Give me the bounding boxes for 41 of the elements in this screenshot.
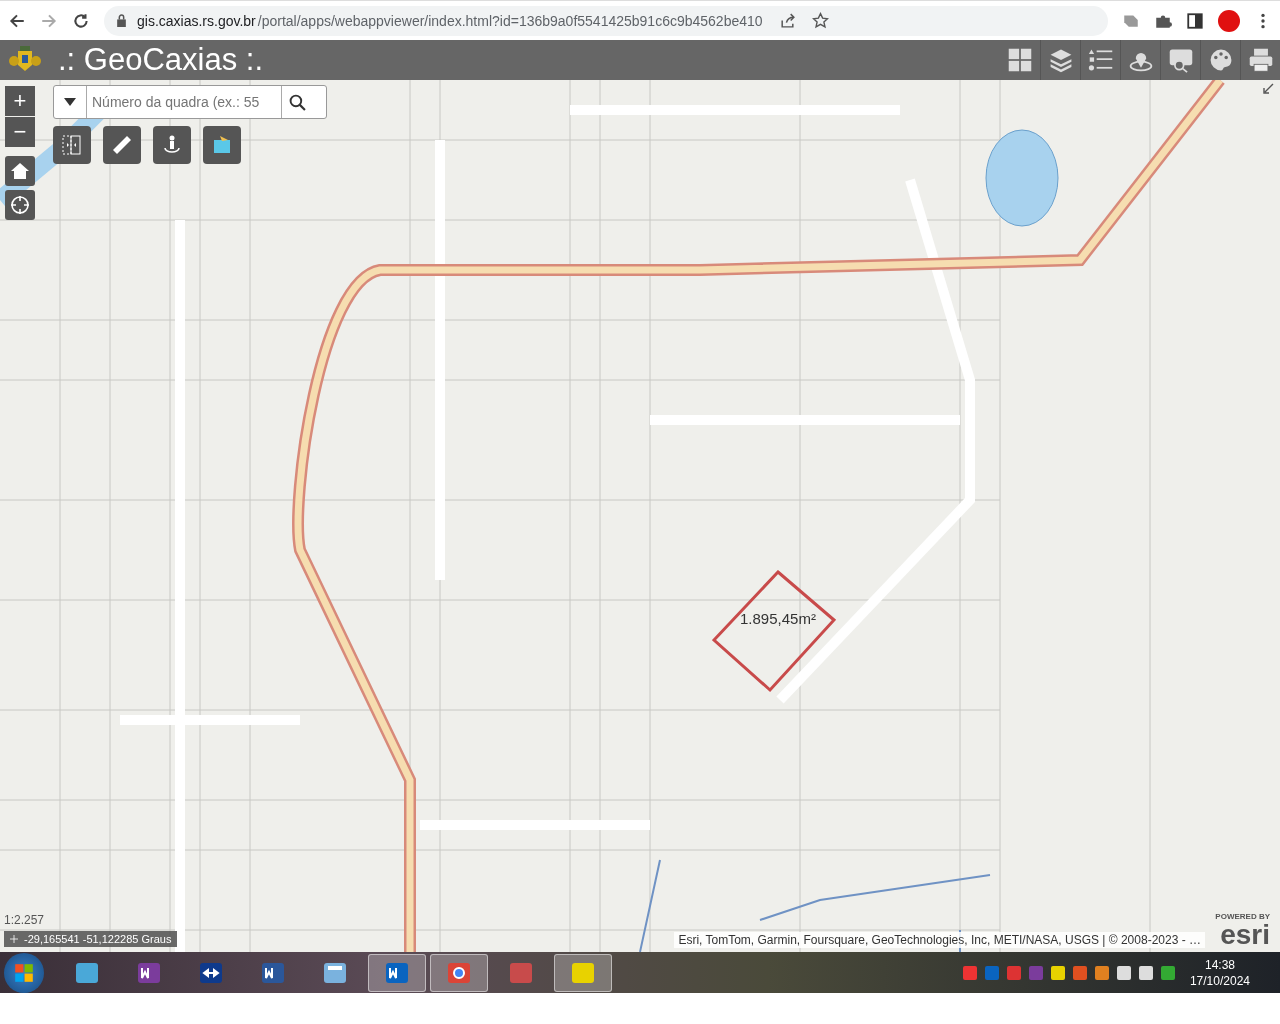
address-bar[interactable]: gis.caxias.rs.gov.br/portal/apps/webappviewer/index.html?id=136b9a0f5541425b91c6c9b4562be410 [104, 5, 1108, 36]
lock-icon [116, 14, 127, 27]
legend-icon [1087, 47, 1114, 73]
attribution-text: Esri, TomTom, Garmin, Foursquare, GeoTechnologies, Inc, METI/NASA, USGS | © 2008-2023 - … [674, 932, 1205, 948]
query-icon [1167, 47, 1194, 73]
home-icon [10, 161, 30, 181]
zoom-out-button[interactable]: − [5, 117, 35, 147]
swipe-icon [60, 133, 84, 157]
locate-button[interactable] [5, 190, 35, 220]
clock-date: 17/10/2024 [1189, 972, 1250, 989]
collapse-arrow-icon[interactable] [1262, 83, 1274, 95]
logo-text: esri [1220, 921, 1270, 949]
crosshair-icon [10, 935, 18, 943]
search-field[interactable]: Número da quadra (ex.: 55 [53, 85, 327, 119]
logo-caption: POWERED BY [1215, 912, 1270, 921]
dropdown-caret-icon[interactable] [64, 98, 76, 106]
search-icon[interactable] [289, 93, 306, 111]
zoom-in-button[interactable]: + [5, 86, 35, 116]
info-taskbar-button[interactable] [554, 953, 612, 992]
outlook-taskbar-button[interactable] [368, 953, 426, 992]
profile-avatar[interactable] [1218, 9, 1240, 32]
start-button[interactable] [4, 952, 44, 993]
windows-logo-icon [13, 961, 35, 984]
person-tool-button[interactable] [153, 126, 191, 164]
chrome-taskbar-button[interactable] [430, 953, 488, 992]
side-panel-icon[interactable] [1186, 11, 1204, 30]
reload-icon[interactable] [72, 11, 90, 30]
grid-icon [1007, 47, 1033, 73]
print-icon [1247, 47, 1274, 73]
star-icon[interactable] [811, 12, 829, 29]
crosshair-icon [10, 195, 30, 215]
share-icon[interactable] [778, 12, 796, 29]
app-title: .: GeoCaxias :. [58, 42, 264, 78]
clock-time: 14:38 [1204, 956, 1235, 973]
area-measurement: 1.895,45m² [740, 610, 816, 627]
folder-tool-button[interactable] [203, 126, 241, 164]
coordinates-text: -29,165541 -51,122285 Graus [24, 933, 172, 945]
ruler-tool-button[interactable] [103, 126, 141, 164]
swipe-tool-button[interactable] [53, 126, 91, 164]
home-button[interactable] [5, 156, 35, 186]
scale-text: 1:2.257 [4, 913, 45, 927]
